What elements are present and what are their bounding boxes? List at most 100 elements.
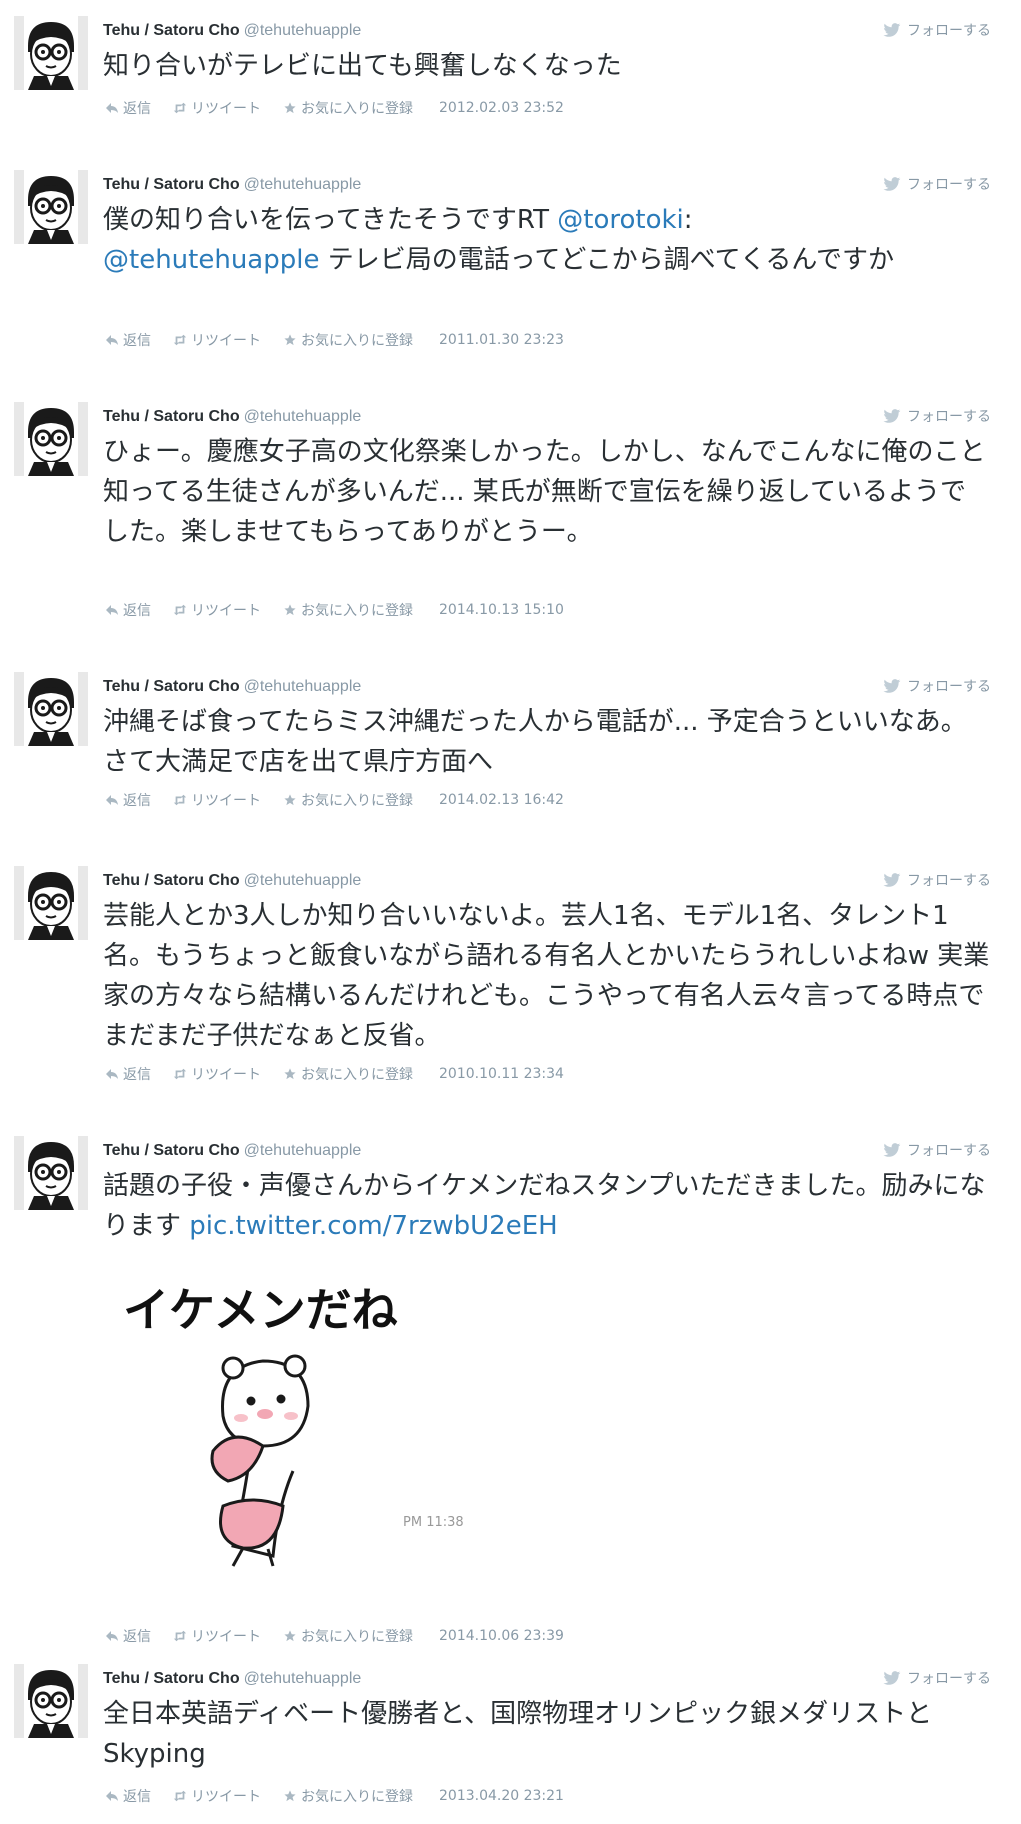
follow-button[interactable]: フォローする (883, 406, 991, 426)
display-name[interactable]: Tehu / Satoru Cho (103, 408, 240, 425)
follow-label: フォローする (907, 679, 991, 695)
tweet-header: Tehu / Satoru Cho @tehutehuapple フォローする (103, 20, 1021, 42)
tweet-date[interactable]: 2012.02.03 23:52 (439, 100, 564, 116)
user-handle[interactable]: @tehutehuapple (244, 678, 362, 695)
tweet-actions: 返信 リツイート お気に入りに登録 2010.10.11 23:34 (105, 1064, 564, 1084)
avatar[interactable] (14, 16, 88, 90)
follow-label: フォローする (907, 1671, 991, 1687)
tweet-header: Tehu / Satoru Cho @tehutehuapple フォローする (103, 174, 1021, 196)
reply-button[interactable]: 返信 (105, 1786, 151, 1806)
tweet-actions: 返信 リツイート お気に入りに登録 2013.04.20 23:21 (105, 1786, 564, 1806)
avatar[interactable] (14, 170, 88, 244)
mention-link[interactable]: @torotoki (557, 205, 684, 235)
display-name[interactable]: Tehu / Satoru Cho (103, 872, 240, 889)
user-handle[interactable]: @tehutehuapple (244, 408, 362, 425)
reply-icon (105, 794, 119, 806)
retweet-button[interactable]: リツイート (173, 1626, 261, 1646)
user-handle[interactable]: @tehutehuapple (244, 22, 362, 39)
retweet-button[interactable]: リツイート (173, 790, 261, 810)
star-icon (283, 604, 297, 616)
display-name[interactable]: Tehu / Satoru Cho (103, 1142, 240, 1159)
user-handle[interactable]: @tehutehuapple (244, 176, 362, 193)
reply-button[interactable]: 返信 (105, 790, 151, 810)
tweet-text: 全日本英語ディベート優勝者と、国際物理オリンピック銀メダリストとSkyping (103, 1699, 933, 1769)
reply-button[interactable]: 返信 (105, 1626, 151, 1646)
favorite-button[interactable]: お気に入りに登録 (283, 330, 413, 350)
avatar[interactable] (14, 402, 88, 476)
tweet-text: 沖縄そば食ってたらミス沖縄だった人から電話が... 予定合うといいなあ。さて大満… (103, 707, 967, 777)
favorite-button[interactable]: お気に入りに登録 (283, 1064, 413, 1084)
mention-link[interactable]: @tehutehuapple (103, 245, 319, 275)
favorite-button[interactable]: お気に入りに登録 (283, 790, 413, 810)
reply-label: 返信 (123, 1789, 151, 1805)
retweet-icon (173, 604, 187, 616)
user-handle[interactable]: @tehutehuapple (244, 872, 362, 889)
star-icon (283, 334, 297, 346)
tweet-text: 芸能人とか3人しか知り合いいないよ。芸人1名、モデル1名、タレント1名。もうちょ… (103, 901, 990, 1051)
follow-label: フォローする (907, 873, 991, 889)
avatar[interactable] (14, 672, 88, 746)
display-name[interactable]: Tehu / Satoru Cho (103, 1670, 240, 1687)
reply-button[interactable]: 返信 (105, 98, 151, 118)
reply-label: 返信 (123, 793, 151, 809)
retweet-button[interactable]: リツイート (173, 600, 261, 620)
avatar[interactable] (14, 1136, 88, 1210)
photo-link[interactable]: pic.twitter.com/7rzwbU2eEH (189, 1211, 557, 1241)
retweet-button[interactable]: リツイート (173, 1786, 261, 1806)
tweet-actions: 返信 リツイート お気に入りに登録 2011.01.30 23:23 (105, 330, 564, 350)
reply-button[interactable]: 返信 (105, 600, 151, 620)
retweet-label: リツイート (191, 793, 261, 809)
follow-button[interactable]: フォローする (883, 20, 991, 40)
retweet-label: リツイート (191, 603, 261, 619)
tweet-header: Tehu / Satoru Cho @tehutehuapple フォローする (103, 1668, 1021, 1690)
retweet-label: リツイート (191, 1629, 261, 1645)
follow-button[interactable]: フォローする (883, 870, 991, 890)
tweet-header: Tehu / Satoru Cho @tehutehuapple フォローする (103, 1140, 1021, 1162)
tweet-actions: 返信 リツイート お気に入りに登録 2014.10.06 23:39 (105, 1626, 564, 1646)
user-handle[interactable]: @tehutehuapple (244, 1670, 362, 1687)
favorite-button[interactable]: お気に入りに登録 (283, 600, 413, 620)
favorite-button[interactable]: お気に入りに登録 (283, 1786, 413, 1806)
tweet-date[interactable]: 2014.10.06 23:39 (439, 1628, 564, 1644)
tweet-date[interactable]: 2014.02.13 16:42 (439, 792, 564, 808)
reply-icon (105, 1068, 119, 1080)
display-name[interactable]: Tehu / Satoru Cho (103, 22, 240, 39)
reply-icon (105, 1630, 119, 1642)
star-icon (283, 794, 297, 806)
favorite-button[interactable]: お気に入りに登録 (283, 1626, 413, 1646)
retweet-label: リツイート (191, 333, 261, 349)
tweet-date[interactable]: 2011.01.30 23:23 (439, 332, 564, 348)
tweet-photo[interactable]: イケメンだね PM 11:38 (103, 1266, 543, 1576)
display-name[interactable]: Tehu / Satoru Cho (103, 678, 240, 695)
twitter-bird-icon (883, 1671, 901, 1686)
follow-button[interactable]: フォローする (883, 1140, 991, 1160)
reply-label: 返信 (123, 333, 151, 349)
photo-timestamp: PM 11:38 (403, 1515, 464, 1530)
display-name[interactable]: Tehu / Satoru Cho (103, 176, 240, 193)
retweet-icon (173, 1068, 187, 1080)
photo-caption: イケメンだね (123, 1283, 398, 1337)
follow-button[interactable]: フォローする (883, 1668, 991, 1688)
tweet-date[interactable]: 2010.10.11 23:34 (439, 1066, 564, 1082)
tweet-date[interactable]: 2013.04.20 23:21 (439, 1788, 564, 1804)
tweet-text-part: テレビ局の電話ってどこから調べてくるんですか (319, 245, 895, 275)
avatar[interactable] (14, 1664, 88, 1738)
follow-button[interactable]: フォローする (883, 676, 991, 696)
retweet-button[interactable]: リツイート (173, 98, 261, 118)
tweet-date[interactable]: 2014.10.13 15:10 (439, 602, 564, 618)
twitter-bird-icon (883, 23, 901, 38)
star-icon (283, 102, 297, 114)
reply-button[interactable]: 返信 (105, 1064, 151, 1084)
reply-button[interactable]: 返信 (105, 330, 151, 350)
retweet-button[interactable]: リツイート (173, 330, 261, 350)
favorite-label: お気に入りに登録 (301, 1789, 413, 1805)
follow-button[interactable]: フォローする (883, 174, 991, 194)
user-handle[interactable]: @tehutehuapple (244, 1142, 362, 1159)
retweet-label: リツイート (191, 101, 261, 117)
favorite-button[interactable]: お気に入りに登録 (283, 98, 413, 118)
tweet-text: ひょー。慶應女子高の文化祭楽しかった。しかし、なんでこんなに俺のこと知ってる生徒… (103, 437, 986, 547)
favorite-label: お気に入りに登録 (301, 603, 413, 619)
tweet-text-part: 僕の知り合いを伝ってきたそうですRT (103, 205, 558, 235)
avatar[interactable] (14, 866, 88, 940)
retweet-button[interactable]: リツイート (173, 1064, 261, 1084)
